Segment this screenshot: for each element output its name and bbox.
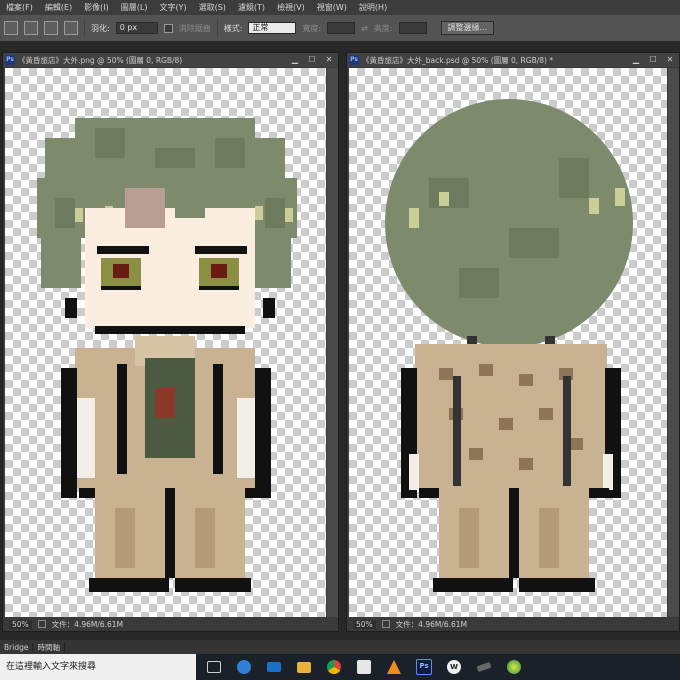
panel-tabs: Bridge 時間軸	[0, 640, 680, 654]
mail-icon[interactable]	[262, 654, 286, 680]
menu-image[interactable]: 影像(I)	[78, 2, 115, 13]
edge-icon[interactable]	[232, 654, 256, 680]
canvas-back[interactable]	[349, 68, 667, 617]
tab-timeline[interactable]: 時間軸	[33, 641, 65, 653]
close-button[interactable]: ✕	[322, 54, 336, 65]
status-menu-icon[interactable]	[37, 620, 46, 628]
app-green-icon[interactable]	[502, 654, 526, 680]
vertical-scrollbar[interactable]	[327, 68, 338, 617]
status-menu-icon[interactable]	[381, 620, 390, 628]
width-label: 寬度:	[302, 23, 322, 33]
antialias-checkbox[interactable]	[163, 23, 173, 33]
task-view-icon[interactable]	[202, 654, 226, 680]
zoom-level[interactable]: 50%	[353, 619, 376, 629]
close-button[interactable]: ✕	[663, 54, 677, 65]
document-window-back[interactable]: Ps 《黃昏旅店》大外_back.psd @ 50% (圖層 0, RGB/8)…	[346, 52, 680, 632]
vlc-icon[interactable]	[382, 654, 406, 680]
document-title: 《黃昏旅店》大外.png @ 50% (圖層 0, RGB/8)	[18, 55, 183, 65]
photoshop-doc-icon: Ps	[349, 55, 359, 65]
separator	[216, 19, 218, 37]
height-label: 高度:	[373, 23, 393, 33]
pixel-character-front	[37, 118, 297, 592]
store-icon[interactable]	[352, 654, 376, 680]
menu-type[interactable]: 文字(Y)	[153, 2, 192, 13]
maximize-button[interactable]: ☐	[646, 54, 660, 65]
menu-window[interactable]: 視窗(W)	[311, 2, 353, 13]
file-info: 文件：4.96M/6.61M	[51, 619, 124, 629]
maximize-button[interactable]: ☐	[305, 54, 319, 65]
document-status-bar: 50% 文件：4.96M/6.61M	[347, 617, 679, 631]
document-status-bar: 50% 文件：4.96M/6.61M	[3, 617, 338, 631]
refine-edge-button[interactable]: 調整邊緣...	[440, 21, 495, 35]
menu-file[interactable]: 檔案(F)	[0, 2, 39, 13]
taskbar: 在這裡輸入文字來搜尋 Ps w	[0, 654, 680, 680]
subtract-selection-icon[interactable]	[44, 21, 58, 35]
photoshop-icon[interactable]: Ps	[412, 654, 436, 680]
menu-help[interactable]: 說明(H)	[353, 2, 393, 13]
new-selection-icon[interactable]	[4, 21, 18, 35]
pixel-character-back	[385, 99, 633, 592]
document-window-front[interactable]: Ps 《黃昏旅店》大外.png @ 50% (圖層 0, RGB/8) ▁ ☐ …	[2, 52, 339, 632]
zoom-level[interactable]: 50%	[9, 619, 32, 629]
antialias-label: 消除鋸齒	[178, 23, 211, 33]
file-info: 文件：4.96M/6.61M	[395, 619, 468, 629]
width-input[interactable]	[327, 22, 356, 34]
options-bar: 羽化: 0 px 消除鋸齒 樣式: 正常 寬度: ⇄ 高度: 調整邊緣...	[0, 15, 680, 42]
photoshop-doc-icon: Ps	[5, 55, 15, 65]
minimize-button[interactable]: ▁	[288, 54, 302, 65]
app-dark-icon[interactable]	[472, 654, 496, 680]
feather-label: 羽化:	[91, 23, 110, 33]
vertical-scrollbar[interactable]	[668, 68, 679, 617]
menu-filter[interactable]: 濾鏡(T)	[232, 2, 271, 13]
menu-view[interactable]: 檢視(V)	[271, 2, 311, 13]
separator	[84, 19, 85, 37]
menu-bar: 檔案(F) 編輯(E) 影像(I) 圖層(L) 文字(Y) 選取(S) 濾鏡(T…	[0, 0, 680, 15]
document-title-bar[interactable]: Ps 《黃昏旅店》大外_back.psd @ 50% (圖層 0, RGB/8)…	[347, 53, 679, 67]
menu-select[interactable]: 選取(S)	[193, 2, 232, 13]
tab-bridge[interactable]: Bridge	[0, 642, 34, 652]
style-label: 樣式:	[223, 23, 243, 33]
chrome-icon[interactable]	[322, 654, 346, 680]
height-input[interactable]	[398, 22, 427, 34]
feather-input[interactable]: 0 px	[115, 22, 158, 34]
menu-layer[interactable]: 圖層(L)	[115, 2, 154, 13]
app-w-icon[interactable]: w	[442, 654, 466, 680]
file-explorer-icon[interactable]	[292, 654, 316, 680]
document-title-bar[interactable]: Ps 《黃昏旅店》大外.png @ 50% (圖層 0, RGB/8) ▁ ☐ …	[3, 53, 338, 67]
canvas-front[interactable]	[5, 68, 326, 617]
minimize-button[interactable]: ▁	[629, 54, 643, 65]
menu-edit[interactable]: 編輯(E)	[39, 2, 78, 13]
add-selection-icon[interactable]	[24, 21, 38, 35]
intersect-selection-icon[interactable]	[64, 21, 78, 35]
swap-icon[interactable]: ⇄	[361, 24, 368, 33]
workspace: Ps 《黃昏旅店》大外.png @ 50% (圖層 0, RGB/8) ▁ ☐ …	[0, 42, 680, 640]
document-title: 《黃昏旅店》大外_back.psd @ 50% (圖層 0, RGB/8) *	[362, 55, 554, 65]
style-select[interactable]: 正常	[248, 22, 297, 34]
taskbar-search-input[interactable]: 在這裡輸入文字來搜尋	[0, 654, 196, 680]
